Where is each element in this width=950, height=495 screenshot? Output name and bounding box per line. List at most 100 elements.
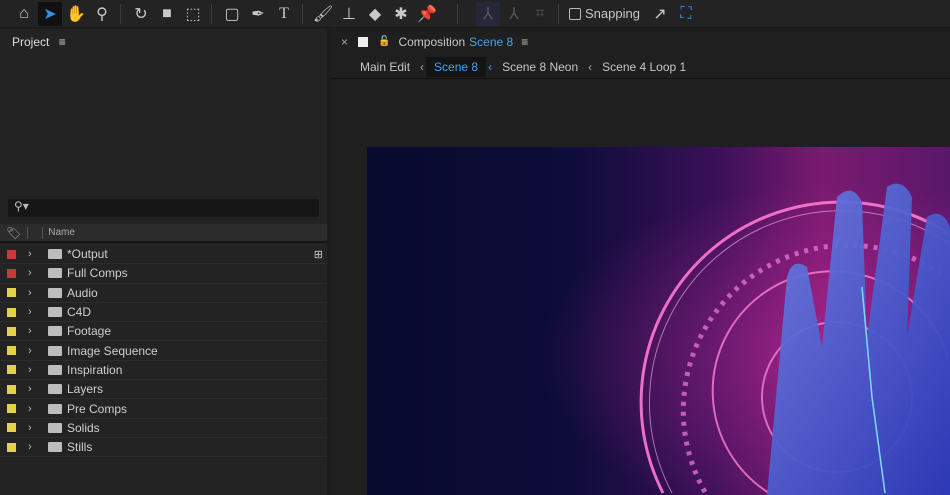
hand-tool-icon[interactable]: ✋ [64, 2, 88, 26]
project-item-label: Solids [67, 420, 100, 435]
expand-chevron-icon[interactable]: › [28, 267, 38, 279]
label-color-swatch[interactable] [7, 442, 16, 452]
axis-world-icon[interactable]: ⅄ [502, 2, 526, 26]
project-item-label: *Output [67, 247, 108, 262]
folder-icon [48, 307, 62, 318]
label-color-swatch[interactable] [7, 307, 16, 317]
folder-icon [48, 268, 62, 279]
neon-hand-artwork [367, 147, 950, 495]
project-item-label: Pre Comps [67, 401, 128, 416]
composition-panel: × 🔓 Composition Scene 8 ≡ Main Edit ‹ Sce… [331, 29, 950, 495]
folder-icon [48, 364, 62, 375]
folder-icon [48, 287, 62, 298]
puppet-pin-tool-icon[interactable]: 📌 [415, 2, 439, 26]
project-item-label: Audio [67, 285, 98, 300]
name-column-header[interactable]: Name [48, 227, 75, 238]
composition-prefix: Composition [398, 34, 466, 49]
breadcrumb-main-edit[interactable]: Main Edit [352, 57, 418, 77]
project-item[interactable]: › *Output ⊞ [0, 245, 327, 265]
expand-chevron-icon[interactable]: › [28, 248, 38, 260]
label-color-swatch[interactable] [7, 249, 16, 259]
label-color-swatch[interactable] [7, 404, 16, 414]
project-column-header: 🏷 Name [0, 224, 327, 243]
pan-behind-tool-icon[interactable]: ⬚ [181, 2, 205, 26]
folder-icon [48, 249, 62, 260]
folder-icon [48, 384, 62, 395]
project-item[interactable]: › Footage [0, 322, 327, 342]
expand-chevron-icon[interactable]: › [28, 441, 38, 453]
label-color-swatch[interactable] [7, 423, 16, 433]
expand-chevron-icon[interactable]: › [28, 325, 38, 337]
home-icon[interactable]: ⌂ [12, 2, 36, 26]
label-color-swatch[interactable] [7, 268, 16, 278]
eraser-tool-icon[interactable]: ◆ [363, 2, 387, 26]
project-item[interactable]: › Stills [0, 438, 327, 458]
panel-menu-icon[interactable]: ≡ [59, 35, 66, 49]
type-tool-icon[interactable]: T [272, 2, 296, 26]
comp-color-swatch [358, 36, 369, 47]
project-item-label: Layers [67, 382, 104, 397]
expand-chevron-icon[interactable]: › [28, 403, 38, 415]
expand-chevron-icon[interactable]: › [28, 345, 38, 357]
roto-brush-tool-icon[interactable]: ✱ [389, 2, 413, 26]
expand-chevron-icon[interactable]: › [28, 364, 38, 376]
project-search-input[interactable]: ⚲▾ [8, 199, 319, 217]
axis-view-icon[interactable]: ⌗ [528, 2, 552, 26]
folder-icon [48, 403, 62, 414]
snap-features-icon[interactable]: ⛶ [674, 2, 698, 26]
lock-icon[interactable]: 🔓 [378, 36, 390, 47]
project-item-list: › *Output ⊞ › Full Comps › Audio › C4D › Footage › I… [0, 245, 327, 458]
project-item-label: Inspiration [67, 362, 123, 377]
snapping-label: Snapping [585, 6, 640, 21]
project-item[interactable]: › Full Comps [0, 264, 327, 284]
panel-menu-icon[interactable]: ≡ [521, 35, 528, 49]
project-item[interactable]: › Audio [0, 284, 327, 303]
breadcrumb-scene-4-loop-1[interactable]: Scene 4 Loop 1 [594, 57, 694, 77]
label-color-swatch[interactable] [7, 326, 16, 336]
zoom-tool-icon[interactable]: ⚲ [90, 2, 114, 26]
composition-viewer[interactable] [367, 147, 950, 495]
flowchart-icon[interactable]: ⊞ [314, 248, 323, 261]
project-item-label: Image Sequence [67, 343, 158, 358]
project-item[interactable]: › Inspiration [0, 361, 327, 381]
snapping-checkbox[interactable] [569, 7, 581, 20]
expand-chevron-icon[interactable]: › [28, 287, 38, 299]
project-item[interactable]: › Image Sequence [0, 341, 327, 361]
expand-chevron-icon[interactable]: › [28, 422, 38, 434]
folder-icon [48, 326, 62, 337]
project-panel: Project ≡ ⚲▾ 🏷 Name › *Output ⊞ › Full Comps… [0, 29, 327, 495]
folder-icon [48, 442, 62, 453]
brush-tool-icon[interactable]: 🖌 [311, 2, 335, 26]
camera-tool-icon[interactable]: ■ [155, 2, 179, 26]
label-color-swatch[interactable] [7, 365, 16, 375]
snap-edges-icon[interactable]: ↗ [648, 2, 672, 26]
project-panel-title: Project ≡ [12, 35, 66, 49]
selection-tool-icon[interactable]: ➤ [38, 1, 62, 26]
project-item[interactable]: › Layers [0, 380, 327, 400]
label-color-swatch[interactable] [7, 288, 16, 298]
composition-tab[interactable]: × 🔓 Composition Scene 8 ≡ [331, 29, 950, 54]
project-item-label: Full Comps [67, 266, 128, 281]
close-icon[interactable]: × [341, 35, 348, 49]
project-item[interactable]: › Pre Comps [0, 399, 327, 419]
breadcrumb-scene-8[interactable]: Scene 8 [426, 56, 487, 77]
project-item-label: C4D [67, 305, 92, 320]
clone-stamp-tool-icon[interactable]: ⊥ [337, 2, 361, 26]
rectangle-tool-icon[interactable]: ▢ [220, 2, 244, 26]
snapping-toggle[interactable]: Snapping [569, 6, 640, 21]
folder-icon [48, 422, 62, 433]
project-item[interactable]: › C4D [0, 303, 327, 323]
label-column-icon[interactable]: 🏷 [6, 226, 21, 240]
rotate-tool-icon[interactable]: ↻ [129, 2, 153, 26]
label-color-swatch[interactable] [7, 346, 16, 356]
axis-local-icon[interactable]: ⅄ [476, 1, 500, 26]
project-item[interactable]: › Solids [0, 419, 327, 438]
toolbar: ⌂ ➤ ✋ ⚲ ↻ ■ ⬚ ▢ ✒ T 🖌 ⊥ ◆ ✱ 📌 ⅄ ⅄ ⌗ Snap… [0, 0, 950, 28]
expand-chevron-icon[interactable]: › [28, 306, 38, 318]
expand-chevron-icon[interactable]: › [28, 383, 38, 395]
breadcrumb-scene-8-neon[interactable]: Scene 8 Neon [494, 57, 586, 77]
pen-tool-icon[interactable]: ✒ [246, 2, 270, 26]
label-color-swatch[interactable] [7, 384, 16, 394]
composition-name: Scene 8 [469, 34, 514, 49]
project-item-label: Footage [67, 324, 112, 339]
